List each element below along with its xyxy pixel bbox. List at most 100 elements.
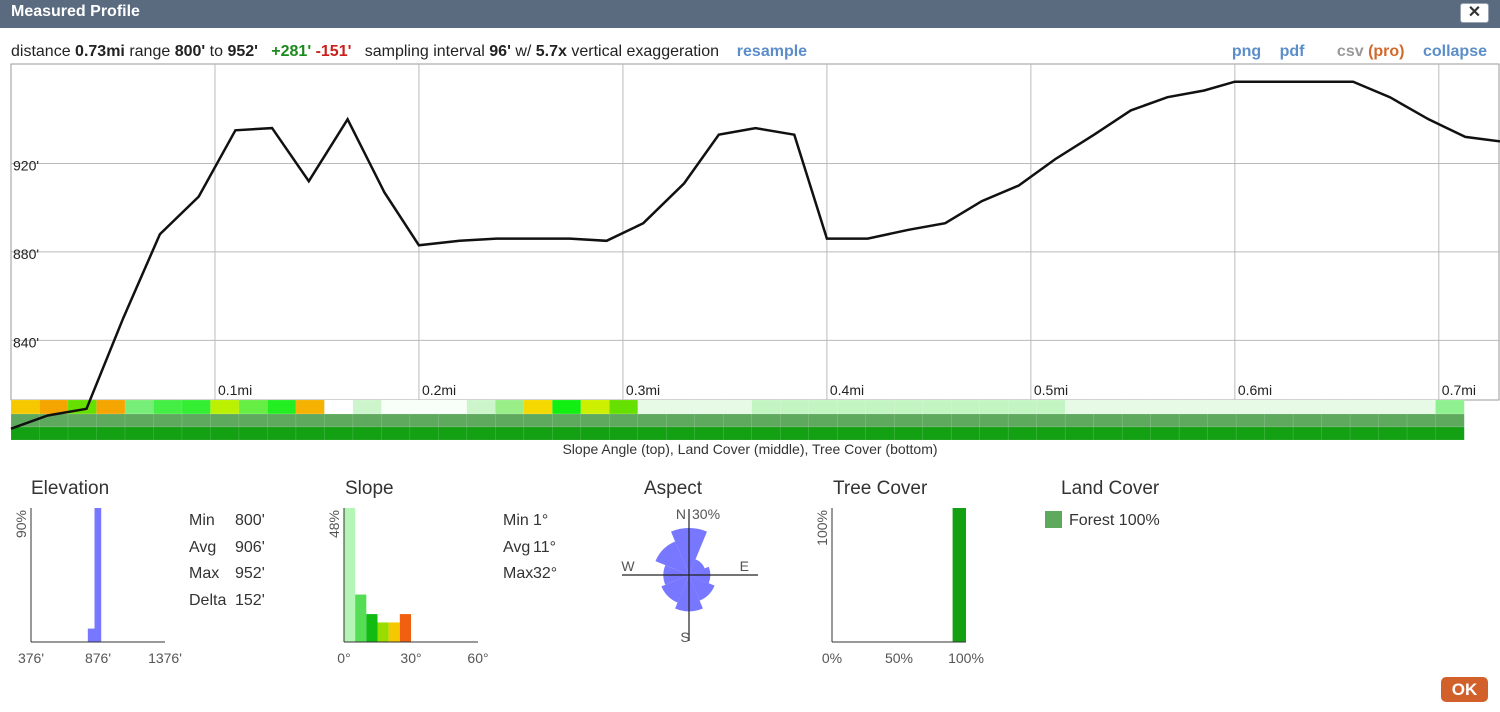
land-cover-cell bbox=[352, 413, 382, 428]
slope-cell bbox=[324, 399, 354, 415]
slope-cell bbox=[808, 399, 838, 415]
stat-label: Avg bbox=[503, 538, 531, 556]
aspect-label: S bbox=[680, 629, 689, 645]
slope-cell bbox=[1378, 399, 1408, 415]
slope-cell bbox=[1093, 399, 1123, 415]
land-cover-cell bbox=[580, 413, 610, 428]
stat-value: 906' bbox=[235, 538, 265, 556]
slope-cell bbox=[438, 399, 468, 415]
stat-label: Max bbox=[189, 565, 220, 582]
land-cover-cell bbox=[210, 413, 240, 428]
elevation-stat-max: Max 952' bbox=[189, 561, 265, 588]
tree-cover-cell bbox=[39, 426, 69, 441]
histogram-bar bbox=[388, 622, 400, 642]
slope-cell bbox=[409, 399, 439, 415]
aspect-label: 30% bbox=[692, 506, 720, 522]
slope-cell bbox=[210, 399, 240, 415]
slope-cell bbox=[381, 399, 411, 415]
tree-cover-cell bbox=[466, 426, 496, 441]
tree-cover-cell bbox=[495, 426, 525, 441]
tree-cover-cell bbox=[808, 426, 838, 441]
collapse-link[interactable]: collapse bbox=[1423, 43, 1487, 60]
land-cover-cell bbox=[1264, 413, 1294, 428]
range-label: range bbox=[129, 43, 171, 60]
tree-cover-cell bbox=[181, 426, 211, 441]
tree-cover-cell bbox=[153, 426, 183, 441]
tree-cover-cell bbox=[609, 426, 639, 441]
csv-link[interactable]: csv bbox=[1337, 43, 1364, 60]
x-tick-label: 0° bbox=[337, 650, 350, 666]
close-button[interactable]: ✕ bbox=[1460, 3, 1489, 23]
tree-cover-cell bbox=[580, 426, 610, 441]
tree-cover-cell bbox=[10, 426, 41, 441]
pdf-link[interactable]: pdf bbox=[1280, 43, 1305, 60]
tree-cover-cell bbox=[1292, 426, 1323, 441]
stat-label: Avg bbox=[189, 538, 217, 556]
land-cover-cell bbox=[1036, 413, 1066, 428]
stat-value: 32° bbox=[533, 565, 558, 582]
y-tick-label: 840' bbox=[13, 334, 39, 350]
stat-label: Delta bbox=[189, 591, 227, 609]
slope-cell bbox=[466, 399, 496, 415]
pro-badge[interactable]: (pro) bbox=[1368, 43, 1404, 60]
x-tick-label: 0.7mi bbox=[1442, 382, 1476, 398]
slope-cell bbox=[1207, 399, 1237, 415]
profile-axis-labels: 920' 880' 840' 0.1mi 0.2mi 0.3mi 0.4mi 0.5mi 0.6… bbox=[13, 157, 1476, 398]
slope-cell bbox=[1406, 399, 1437, 415]
range-max-value: 952' bbox=[227, 43, 258, 60]
elevation-histogram: 90% 376' 876' 1376' bbox=[13, 508, 182, 666]
land-cover-cell bbox=[723, 413, 753, 428]
png-link[interactable]: png bbox=[1232, 43, 1261, 60]
slope-cell bbox=[1178, 399, 1209, 415]
slope-cell bbox=[1349, 399, 1380, 415]
x-tick-label: 0.3mi bbox=[626, 382, 660, 398]
land-cover-cell bbox=[67, 413, 98, 428]
slope-cell bbox=[893, 399, 924, 415]
slope-cell bbox=[922, 399, 952, 415]
resample-link[interactable]: resample bbox=[737, 43, 807, 60]
slope-cell bbox=[950, 399, 981, 415]
x-tick-label: 376' bbox=[18, 650, 44, 666]
with-label: w/ bbox=[515, 43, 532, 60]
x-tick-label: 30° bbox=[400, 650, 421, 666]
x-tick-label: 0% bbox=[822, 650, 842, 666]
land-cover-cell bbox=[1406, 413, 1437, 428]
slope-cell bbox=[637, 399, 667, 415]
elevation-profile-chart: 920' 880' 840' 0.1mi 0.2mi 0.3mi 0.4mi 0.5mi 0.6… bbox=[10, 63, 1500, 441]
tree-cover-cell bbox=[352, 426, 382, 441]
aspect-rose-chart: N 30% E S W bbox=[621, 506, 758, 645]
land-cover-item: Forest 100% bbox=[1069, 512, 1160, 529]
aspect-label: W bbox=[621, 558, 635, 574]
land-cover-cell bbox=[1150, 413, 1180, 428]
y-axis-max-label: 90% bbox=[13, 510, 29, 538]
slope-histogram: 48% 0° 30° 60° bbox=[326, 508, 489, 666]
x-tick-label: 100% bbox=[948, 650, 984, 666]
slope-stat-min: Min 1° bbox=[503, 508, 557, 535]
land-cover-cell bbox=[181, 413, 211, 428]
range-to-label: to bbox=[209, 43, 223, 60]
tree-cover-cell bbox=[836, 426, 867, 441]
tree-cover-cell bbox=[124, 426, 154, 441]
forest-swatch bbox=[1045, 511, 1062, 528]
slope-cell bbox=[723, 399, 753, 415]
land-cover-cell bbox=[1292, 413, 1323, 428]
tree-cover-cell bbox=[666, 426, 696, 441]
tree-cover-cell bbox=[552, 426, 582, 441]
tree-cover-cell bbox=[381, 426, 411, 441]
land-cover-cell bbox=[552, 413, 582, 428]
land-cover-cell bbox=[1007, 413, 1038, 428]
profile-grid bbox=[10, 63, 1500, 401]
aspect-label: N bbox=[676, 506, 686, 522]
y-tick-label: 880' bbox=[13, 246, 39, 262]
tree-cover-cell bbox=[1264, 426, 1294, 441]
tree-cover-cell bbox=[438, 426, 468, 441]
ok-button[interactable]: OK bbox=[1441, 677, 1488, 702]
land-cover-cell bbox=[267, 413, 297, 428]
land-cover-cell bbox=[1207, 413, 1237, 428]
land-cover-cell bbox=[893, 413, 924, 428]
land-cover-cell bbox=[495, 413, 525, 428]
strip-caption: Slope Angle (top), Land Cover (middle), … bbox=[562, 441, 938, 457]
slope-cell bbox=[836, 399, 867, 415]
slope-cell bbox=[979, 399, 1009, 415]
x-tick-label: 60° bbox=[467, 650, 488, 666]
